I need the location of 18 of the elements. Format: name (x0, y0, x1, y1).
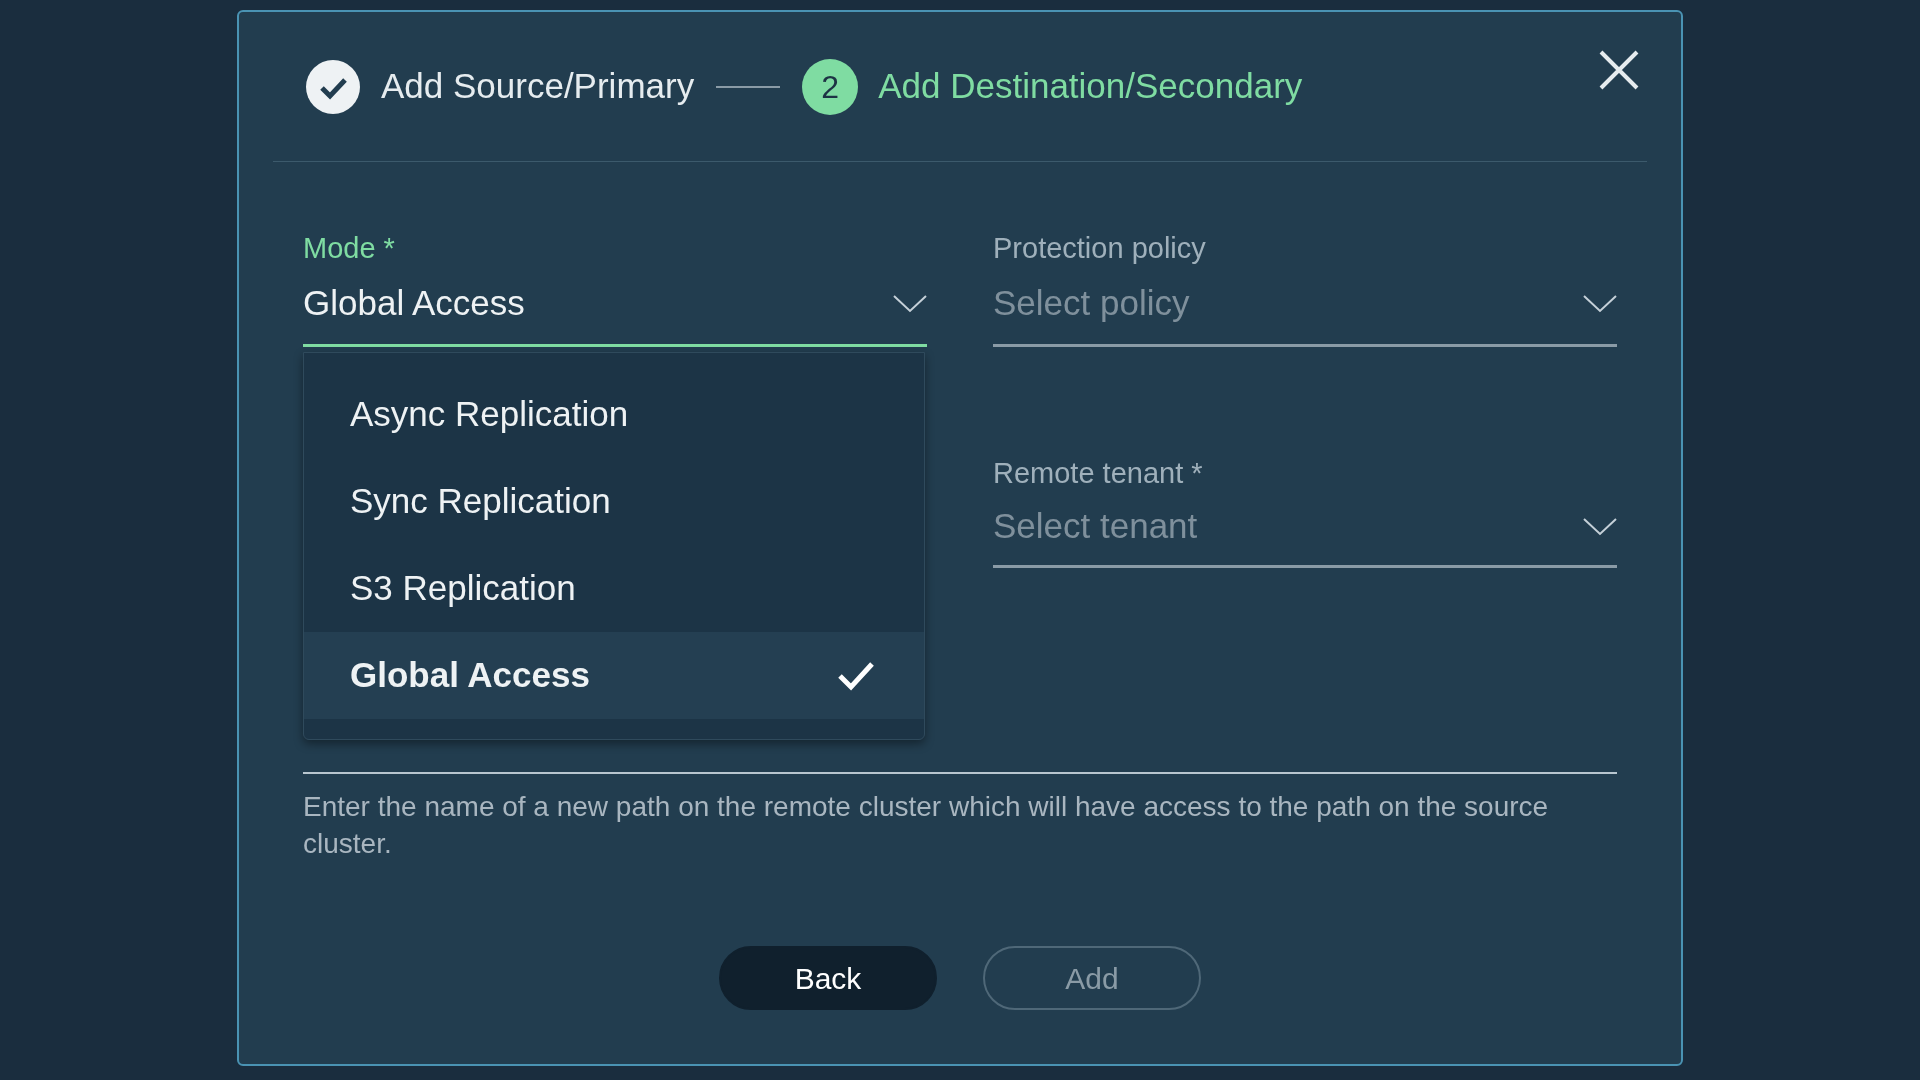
step-label: Add Destination/Secondary (878, 65, 1303, 108)
step-number: 2 (802, 58, 859, 115)
close-icon[interactable] (1599, 50, 1639, 90)
chevron-down-icon (1583, 294, 1617, 313)
dropdown-option[interactable]: Async Replication (304, 371, 924, 458)
dropdown-option[interactable]: S3 Replication (304, 545, 924, 632)
field-label: Mode * (303, 234, 396, 263)
dialog-button[interactable]: Back (719, 946, 937, 1010)
step-label: Add Source/Primary (381, 65, 695, 108)
check-icon (838, 660, 874, 691)
field-label: Protection policy (993, 234, 1207, 263)
dropdown-option[interactable]: Global Access (304, 632, 924, 719)
chevron-down-icon (893, 294, 927, 313)
mode-select[interactable]: Global Access (303, 263, 927, 347)
dropdown-option[interactable]: Sync Replication (304, 458, 924, 545)
chevron-down-icon (1583, 517, 1617, 536)
field-label: Remote tenant * (993, 459, 1204, 488)
help-text: Enter the name of a new path on the remote cluster which will have access to the path on the source cluster. (303, 790, 1550, 861)
